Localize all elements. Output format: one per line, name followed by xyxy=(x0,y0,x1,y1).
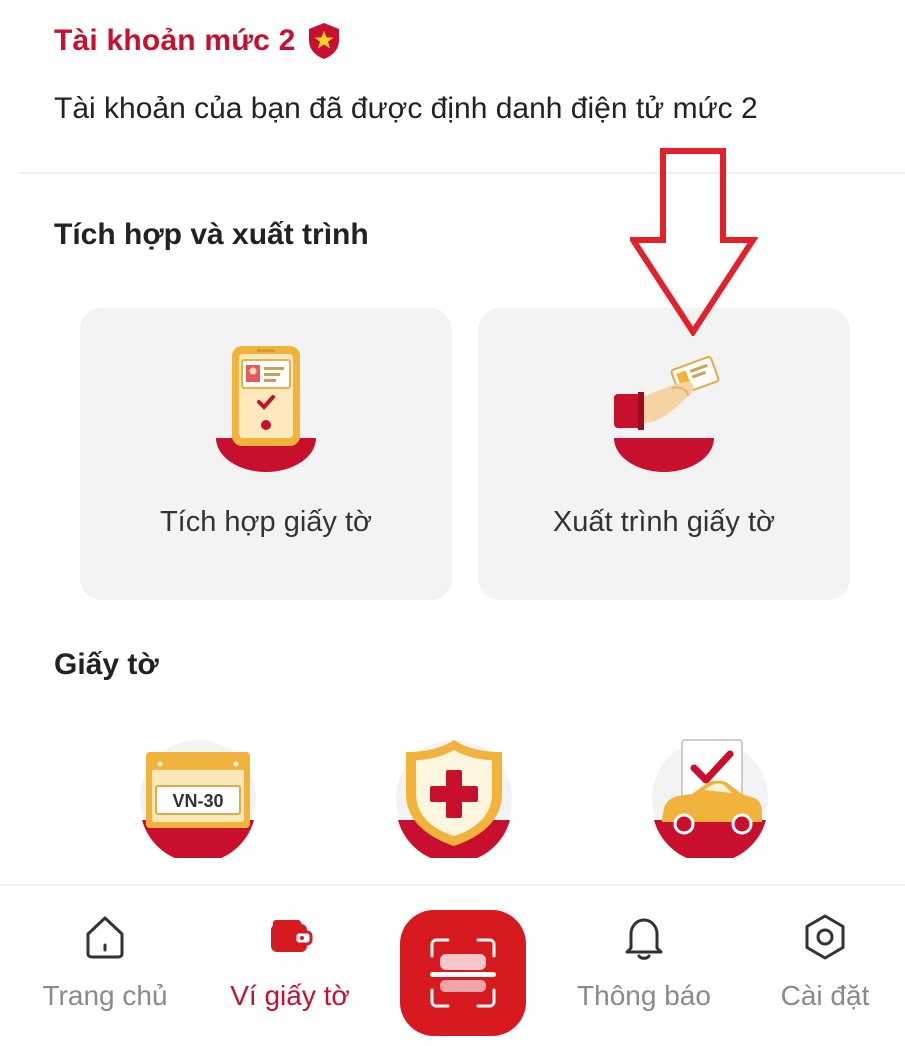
nav-home[interactable]: Trang chủ xyxy=(30,912,180,1012)
plate-text: VN-30 xyxy=(172,791,223,811)
home-icon xyxy=(86,916,124,959)
section-divider xyxy=(18,172,905,174)
nav-home-label: Trang chủ xyxy=(42,980,168,1011)
documents-section-title: Giấy tờ xyxy=(54,648,159,681)
vehicle-registration-icon[interactable] xyxy=(650,738,770,858)
star-shield-icon xyxy=(309,23,340,59)
nav-notifications[interactable]: Thông báo xyxy=(562,912,726,1012)
integrate-documents-card[interactable]: Tích hợp giấy tờ xyxy=(80,308,452,600)
nav-settings[interactable]: Cài đặt xyxy=(760,912,890,1012)
bell-icon xyxy=(625,918,663,960)
settings-icon xyxy=(805,914,845,960)
integrate-documents-label: Tích hợp giấy tờ xyxy=(159,506,373,538)
nav-notifications-label: Thông báo xyxy=(577,980,711,1011)
hand-card-icon xyxy=(614,356,720,472)
account-level-text: Tài khoản mức 2 xyxy=(54,24,296,57)
integration-section-title: Tích hợp và xuất trình xyxy=(54,218,369,251)
account-description: Tài khoản của bạn đã được định danh điện… xyxy=(54,92,758,125)
wallet-icon xyxy=(271,920,313,952)
annotation-arrow-icon xyxy=(630,148,758,336)
present-documents-label: Xuất trình giấy tờ xyxy=(552,506,776,538)
nav-settings-label: Cài đặt xyxy=(780,980,870,1011)
license-plate-icon[interactable]: VN-30 xyxy=(138,738,258,858)
nav-wallet-label: Ví giấy tờ xyxy=(230,980,350,1011)
bottom-nav-divider xyxy=(0,884,905,886)
account-level-title: Tài khoản mức 2 xyxy=(54,22,341,60)
health-insurance-icon[interactable] xyxy=(394,738,514,858)
nav-wallet[interactable]: Ví giấy tờ xyxy=(210,912,370,1012)
present-documents-card[interactable]: Xuất trình giấy tờ xyxy=(478,308,850,600)
scan-icon xyxy=(430,938,496,1008)
scan-button[interactable] xyxy=(400,910,526,1036)
phone-id-card-icon xyxy=(216,346,316,472)
